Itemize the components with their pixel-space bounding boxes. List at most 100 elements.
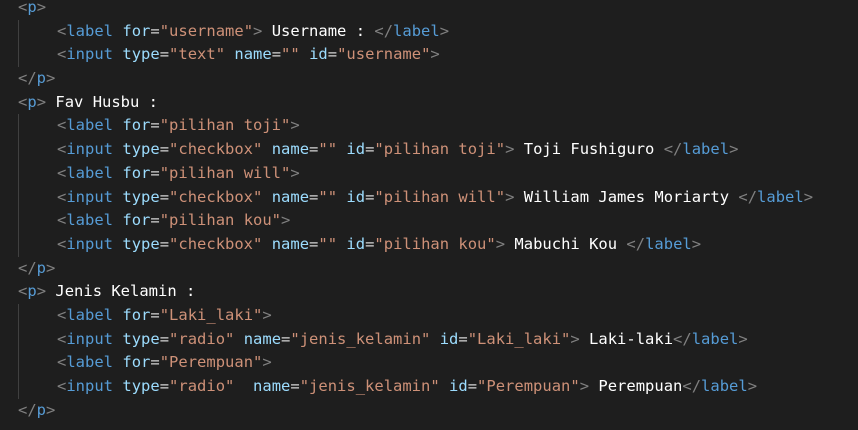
code-token: "pilihan toji" [159,116,291,135]
code-token: "pilihan will" [374,187,506,206]
code-token: > [579,377,590,395]
code-token: </ [18,69,37,88]
code-token: label [691,329,739,348]
code-token: label [66,21,114,40]
code-token: > [738,329,748,348]
code-token: < [57,234,67,253]
code-line[interactable]: </p> [0,399,858,423]
code-token: input [66,329,114,348]
code-token: type [122,377,160,395]
code-token: = [150,211,160,230]
code-token: "radio" [169,377,235,395]
code-line[interactable]: </p> [0,67,858,91]
code-token: = [159,187,170,206]
indent-guide [18,185,19,210]
indent-guide [18,114,19,139]
code-token: < [57,353,67,372]
code-token: = [290,377,300,395]
code-editor[interactable]: <p> <label for="username"> Username : </l… [0,0,858,426]
code-token: type [122,187,160,206]
code-token: = [309,187,319,206]
code-token: id [346,187,366,206]
code-line[interactable]: <p> Fav Husbu : [0,91,858,115]
code-line[interactable]: <p> [0,0,858,20]
code-token: label [682,140,730,159]
code-token: > [253,21,263,40]
code-line[interactable]: <label for="Perempuan"> [0,351,858,375]
code-token: input [66,187,114,206]
code-token: < [57,45,67,64]
code-token: Username : [262,21,375,40]
code-token: input [66,45,114,64]
code-line[interactable]: <input type="checkbox" name="" id="pilih… [0,232,858,257]
code-token: for [122,21,151,40]
code-line[interactable]: <label for="pilihan kou"> [0,209,858,233]
code-line[interactable]: <label for="username"> Username : </labe… [0,19,858,44]
code-token: = [150,116,160,135]
code-token: type [122,234,160,253]
indent-guide [18,209,19,233]
code-line[interactable]: <label for="pilihan toji"> [0,114,858,139]
code-token: label [645,234,692,253]
code-token: for [122,116,151,135]
code-token: name [234,45,272,64]
code-token: < [18,282,28,301]
code-token: Laki-laki [579,329,674,348]
code-token: "" [318,234,338,253]
code-token: > [46,400,56,419]
code-token: > [430,45,440,64]
code-line[interactable]: <label for="Laki_laki"> [0,303,858,328]
code-token: = [281,329,291,348]
code-token: type [122,329,160,348]
code-line[interactable]: <label for="pilihan will"> [0,161,858,186]
code-token: "Perempuan" [477,377,580,395]
code-token: "checkbox" [169,187,263,206]
code-line[interactable]: <p> Jenis Kelamin : [0,280,858,304]
code-line[interactable]: <input type="text" name="" id="username"… [0,43,858,68]
code-line[interactable]: <input type="checkbox" name="" id="pilih… [0,138,858,162]
code-token: Toji Fushiguro [514,140,664,159]
code-token: > [36,282,47,301]
code-token: name [271,187,310,206]
code-line[interactable]: </p> [0,257,858,281]
code-token: label [66,211,114,230]
code-token: input [66,234,114,253]
code-token: < [57,116,67,135]
code-token: </ [18,400,37,419]
code-token: "username" [337,45,431,64]
code-token: "jenis_kelamin" [299,377,440,395]
code-token: for [122,353,151,372]
indent-guide [18,303,19,328]
code-token: "checkbox" [169,140,263,159]
code-token: > [36,92,47,111]
code-token: label [66,116,114,135]
code-token: "radio" [169,329,235,348]
code-token: William James Moriarty [514,187,739,206]
code-token: p [27,92,37,111]
code-token: "checkbox" [169,234,263,253]
code-token: < [57,305,67,324]
code-token: > [290,163,300,182]
code-token: > [505,140,515,159]
code-token: input [66,140,114,159]
code-token: "" [281,45,300,64]
code-line[interactable]: <input type="radio" name="jenis_kelamin"… [0,327,858,352]
code-token: > [803,187,814,206]
code-line[interactable]: <input type="checkbox" name="" id="pilih… [0,185,858,210]
code-token: id [439,329,459,348]
code-line[interactable]: <input type="radio" name="jenis_kelamin"… [0,375,858,399]
code-token: for [122,211,151,230]
code-token: label [393,21,440,40]
code-token: > [290,116,300,135]
